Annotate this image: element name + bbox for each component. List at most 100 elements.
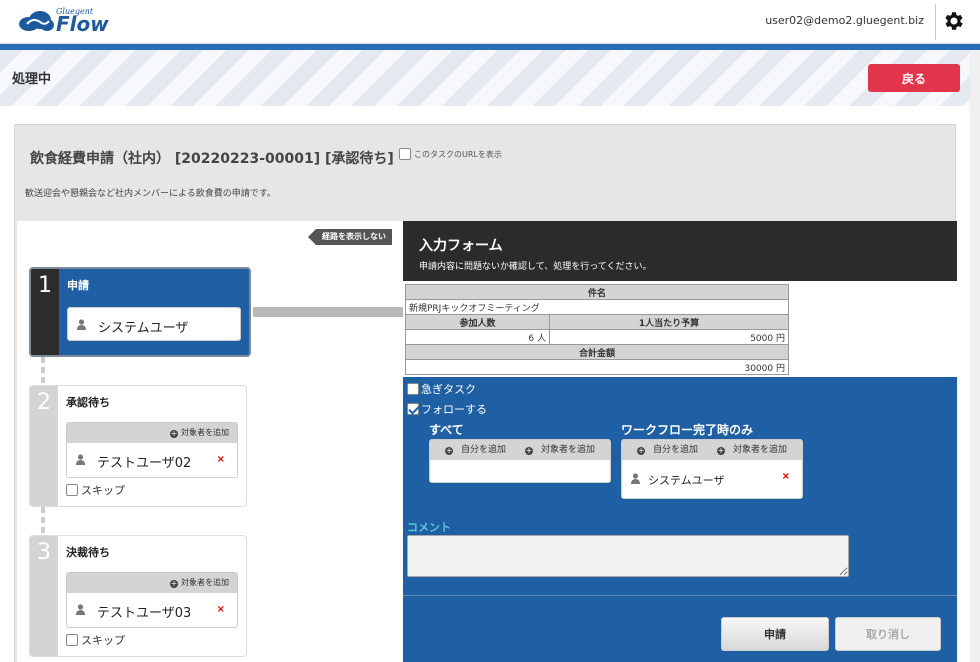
route-step-3[interactable]: 3 決裁待ち + 対象者を追加 テストユーザ03 × スキップ <box>29 535 247 657</box>
step-title: 承認待ち <box>66 396 110 409</box>
route-connector <box>253 307 403 317</box>
skip-checkbox-box[interactable] <box>66 484 78 496</box>
plus-icon: + <box>445 446 454 455</box>
participants-unit: 人 <box>536 333 546 344</box>
step-number: 1 <box>31 269 59 355</box>
follow-all-box: + 自分を追加 + 対象者を追加 <box>429 439 611 483</box>
budget-label: 1人当たり予算 <box>549 314 789 330</box>
show-url-checkbox-box[interactable] <box>399 148 411 160</box>
add-target-button[interactable]: + 対象者を追加 <box>67 573 237 593</box>
person-icon <box>76 454 85 465</box>
budget-unit: 円 <box>775 333 785 344</box>
route-panel: 経路を表示しない 1 申請 システムユーザ 2 承認待ち + 対象者を追加 テス… <box>17 221 403 662</box>
follow-all-title: すべて <box>429 423 464 437</box>
user-email[interactable]: user02@demo2.gluegent.biz <box>765 14 924 27</box>
step-number: 2 <box>30 386 58 506</box>
person-icon <box>77 319 86 330</box>
add-self-label: 自分を追加 <box>653 445 699 455</box>
step-assignee-box: + 対象者を追加 テストユーザ02 × <box>66 422 238 478</box>
skip-label: スキップ <box>81 484 125 497</box>
header-divider <box>935 4 936 40</box>
status-band: 処理中 戻る <box>0 50 970 106</box>
add-target-button[interactable]: + 対象者を追加 <box>67 423 237 443</box>
step-number: 3 <box>30 536 58 656</box>
route-dash-line <box>41 507 45 535</box>
budget-cell: 5000 円 <box>549 329 789 345</box>
total-label: 合計金額 <box>405 344 789 360</box>
input-form-table: 件名 新規PRJキックオフミーティング 参加人数 1人当たり予算 6 人 500… <box>405 284 789 375</box>
step-assignee-box: + 対象者を追加 テストユーザ03 × <box>66 572 238 628</box>
page-title: 処理中 <box>12 72 52 87</box>
route-step-2[interactable]: 2 承認待ち + 対象者を追加 テストユーザ02 × スキップ <box>29 385 247 507</box>
skip-checkbox[interactable]: スキップ <box>66 632 125 648</box>
assignee-name: システムユーザ <box>98 321 189 336</box>
route-step-1[interactable]: 1 申請 システムユーザ <box>29 267 251 357</box>
input-form-title: 入力フォーム <box>419 238 503 254</box>
top-bar: Gluegent Flow user02@demo2.gluegent.biz <box>0 0 980 44</box>
comment-input[interactable] <box>407 535 849 577</box>
add-self-button[interactable]: + 自分を追加 <box>441 445 510 455</box>
input-form-header: 入力フォーム 申請内容に問題ないか確認して、処理を行ってください。 <box>403 221 957 281</box>
remove-assignee-icon[interactable]: × <box>217 454 225 465</box>
route-dash-line <box>41 357 45 385</box>
comment-label: コメント <box>407 521 451 534</box>
withdraw-button[interactable]: 取り消し <box>835 617 941 651</box>
assignee-name: テストユーザ03 <box>97 606 192 621</box>
input-form-fields: 件名 新規PRJキックオフミーティング 参加人数 1人当たり予算 6 人 500… <box>403 281 957 377</box>
total-cell: 30000 円 <box>405 359 789 375</box>
plus-icon: + <box>637 446 646 455</box>
plus-icon: + <box>716 446 725 455</box>
urgent-task-label: 急ぎタスク <box>421 383 476 396</box>
form-divider <box>403 595 957 596</box>
show-url-checkbox[interactable]: このタスクのURLを表示 <box>399 148 502 160</box>
participants-value: 6 <box>528 333 535 344</box>
add-target-button[interactable]: + 対象者を追加 <box>713 445 791 455</box>
plus-icon: + <box>170 579 178 588</box>
participants-label: 参加人数 <box>405 314 550 330</box>
form-title: 飲食経費申請（社内） [20220223-00001] [承認待ち] <box>30 151 394 167</box>
gear-icon[interactable] <box>942 9 966 33</box>
page-scrollbar[interactable] <box>970 50 980 662</box>
total-value: 30000 <box>744 363 774 374</box>
urgent-task-checkbox[interactable]: 急ぎタスク <box>407 381 476 397</box>
show-url-label: このタスクのURLを表示 <box>414 149 502 159</box>
total-unit: 円 <box>775 363 785 374</box>
assignee-name: テストユーザ02 <box>97 456 192 471</box>
follow-complete-title: ワークフロー完了時のみ <box>621 423 754 437</box>
skip-label: スキップ <box>81 634 125 647</box>
follow-label: フォローする <box>421 403 487 416</box>
budget-value: 5000 <box>750 333 774 344</box>
app-logo[interactable]: Gluegent Flow <box>18 7 109 35</box>
form-panel: 飲食経費申請（社内） [20220223-00001] [承認待ち] このタスク… <box>14 124 957 662</box>
add-target-label: 対象者を追加 <box>181 578 229 587</box>
form-description: 歓送迎会や懇親会など社内メンバーによる飲食費の申請です。 <box>25 189 276 199</box>
add-self-button[interactable]: + 自分を追加 <box>633 445 702 455</box>
follow-checkbox-box[interactable] <box>407 403 419 415</box>
submit-button[interactable]: 申請 <box>721 617 829 651</box>
skip-checkbox[interactable]: スキップ <box>66 482 125 498</box>
back-button[interactable]: 戻る <box>868 64 960 92</box>
follower-name: システムユーザ <box>648 474 725 487</box>
step-title: 決裁待ち <box>66 546 110 559</box>
step-title: 申請 <box>67 279 89 292</box>
add-target-button[interactable]: + 対象者を追加 <box>521 445 599 455</box>
person-icon <box>631 473 640 484</box>
plus-icon: + <box>170 429 178 438</box>
add-target-label: 対象者を追加 <box>540 445 595 455</box>
input-form-area: 入力フォーム 申請内容に問題ないか確認して、処理を行ってください。 件名 新規P… <box>403 221 957 662</box>
follow-checkbox[interactable]: フォローする <box>407 401 487 417</box>
urgent-task-checkbox-box[interactable] <box>407 383 419 395</box>
person-icon <box>76 604 85 615</box>
cloud-logo-icon <box>19 11 54 31</box>
remove-follower-icon[interactable]: × <box>782 471 790 482</box>
hide-route-button[interactable]: 経路を表示しない <box>308 229 392 245</box>
subject-label: 件名 <box>405 284 789 300</box>
step-assignee: システムユーザ <box>67 307 241 341</box>
input-form-subtitle: 申請内容に問題ないか確認して、処理を行ってください。 <box>419 262 652 272</box>
plus-icon: + <box>524 446 533 455</box>
remove-assignee-icon[interactable]: × <box>217 604 225 615</box>
add-self-label: 自分を追加 <box>461 445 507 455</box>
participants-cell: 6 人 <box>405 329 550 345</box>
subject-value: 新規PRJキックオフミーティング <box>405 299 789 315</box>
skip-checkbox-box[interactable] <box>66 634 78 646</box>
